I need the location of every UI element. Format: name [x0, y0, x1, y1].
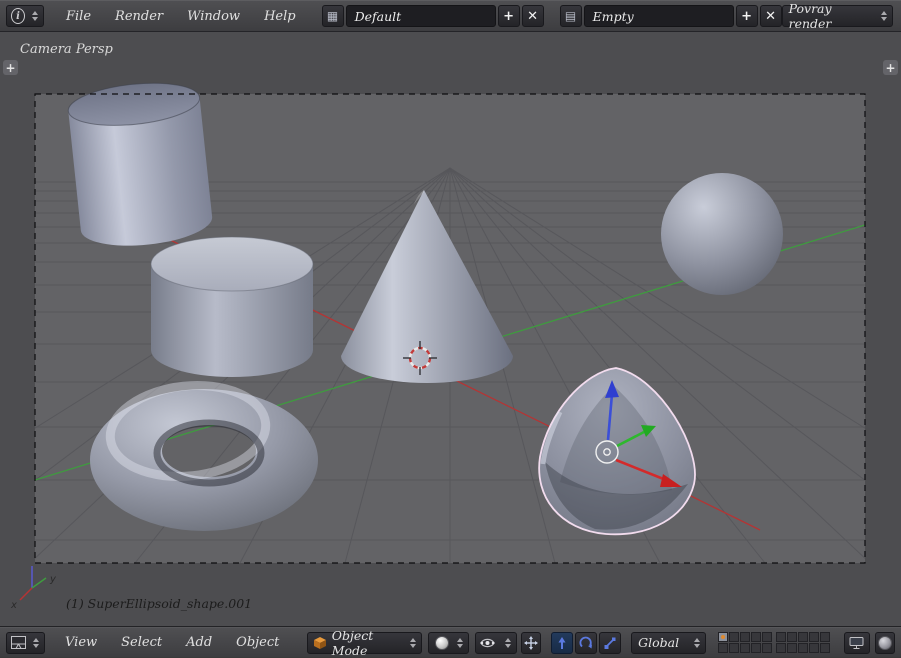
- scene-name-field[interactable]: Empty: [584, 5, 734, 27]
- layer-group-1: [718, 632, 772, 653]
- viewport-3d[interactable]: y x Camera Persp (1) SuperEllipsoid_shap…: [0, 32, 901, 627]
- menu-view[interactable]: View: [53, 635, 109, 650]
- mini-axis-x-label: x: [10, 600, 17, 611]
- screen-browse-button[interactable]: ▦: [322, 5, 344, 27]
- layer-cell[interactable]: [798, 643, 808, 653]
- editor-stepper-icon: [25, 11, 43, 21]
- layers-widget: [718, 632, 830, 653]
- mini-axis-y-label: y: [49, 574, 57, 585]
- main-menubar: File Render Window Help: [54, 9, 308, 24]
- menu-file[interactable]: File: [54, 9, 103, 24]
- viewport-header: View Select Add Object Object Mode: [0, 627, 901, 657]
- translate-manipulator-button[interactable]: [551, 632, 573, 654]
- layer-cell[interactable]: [751, 632, 761, 642]
- menu-help[interactable]: Help: [252, 9, 308, 24]
- mode-stepper-icon: [403, 638, 421, 648]
- scene-close-button[interactable]: ✕: [760, 5, 782, 27]
- object-sphere[interactable]: [661, 173, 783, 295]
- screen-close-button[interactable]: ✕: [522, 5, 544, 27]
- viewport-editor-stepper-icon: [26, 638, 44, 648]
- shading-stepper-icon: [450, 638, 468, 648]
- view-name-label: Camera Persp: [20, 42, 113, 57]
- viewport-editor-type-button[interactable]: [6, 632, 45, 654]
- menu-render[interactable]: Render: [103, 9, 175, 24]
- object-cylinder-short[interactable]: [151, 237, 313, 377]
- mode-select[interactable]: Object Mode: [307, 632, 422, 654]
- layer-cell[interactable]: [809, 632, 819, 642]
- orientation-value: Global: [632, 635, 679, 650]
- pivot-point-icon: [480, 636, 495, 650]
- layer-cell[interactable]: [787, 643, 797, 653]
- move-arrows-icon: [524, 636, 538, 650]
- mode-value: Object Mode: [326, 628, 404, 658]
- layer-cell[interactable]: [776, 632, 786, 642]
- render-engine-value: Povray render: [783, 1, 874, 31]
- engine-stepper-icon: [874, 11, 892, 21]
- info-editor-icon: i: [11, 8, 25, 24]
- scene-block: ▤ Empty + ✕: [560, 5, 782, 27]
- layer-cell[interactable]: [762, 632, 772, 642]
- scale-manipulator-button[interactable]: [599, 632, 621, 654]
- layer-cell[interactable]: [740, 632, 750, 642]
- toolshelf-expand-button[interactable]: +: [3, 60, 18, 75]
- browse-scenes-icon: ▤: [565, 9, 576, 23]
- layer-cell[interactable]: [776, 643, 786, 653]
- menu-object[interactable]: Object: [224, 635, 291, 650]
- manipulator-type-group: [551, 632, 621, 654]
- rotate-icon: [579, 636, 593, 650]
- pivot-stepper-icon: [498, 638, 516, 648]
- screen-name-value: Default: [355, 9, 402, 24]
- render-engine-select[interactable]: Povray render: [782, 5, 893, 27]
- screen-layout-block: ▦ Default + ✕: [322, 5, 544, 27]
- screen-name-field[interactable]: Default: [346, 5, 496, 27]
- layer-cell[interactable]: [820, 632, 830, 642]
- layer-cell[interactable]: [762, 643, 772, 653]
- preview-sphere-icon: [878, 636, 892, 650]
- rotate-manipulator-button[interactable]: [575, 632, 597, 654]
- menu-select[interactable]: Select: [109, 635, 174, 650]
- object-layer-dot: [721, 635, 725, 639]
- scene-add-button[interactable]: +: [736, 5, 758, 27]
- scene-name-value: Empty: [593, 9, 634, 24]
- layer-cell[interactable]: [751, 643, 761, 653]
- layer-cell[interactable]: [809, 643, 819, 653]
- orientation-stepper-icon: [687, 638, 705, 648]
- viewport-shading-select[interactable]: [428, 632, 468, 654]
- menu-window[interactable]: Window: [175, 9, 252, 24]
- layer-cell[interactable]: [798, 632, 808, 642]
- layer-cell[interactable]: [820, 643, 830, 653]
- object-cylinder-tall[interactable]: [66, 78, 214, 252]
- screen-add-button[interactable]: +: [498, 5, 520, 27]
- info-header: i File Render Window Help ▦ Default + ✕ …: [0, 0, 901, 32]
- layer-cell[interactable]: [729, 643, 739, 653]
- layer-cell[interactable]: [740, 643, 750, 653]
- layer-cell[interactable]: [787, 632, 797, 642]
- menu-add[interactable]: Add: [174, 635, 224, 650]
- scene-canvas: y x: [0, 32, 901, 627]
- layer-group-2: [776, 632, 830, 653]
- active-object-label: (1) SuperEllipsoid_shape.001: [66, 596, 252, 611]
- browse-screens-icon: ▦: [327, 9, 338, 23]
- sphere-icon-button[interactable]: [875, 632, 895, 654]
- layer-cell[interactable]: [729, 632, 739, 642]
- manipulator-toggle-button[interactable]: [521, 632, 541, 654]
- scene-browse-button[interactable]: ▤: [560, 5, 582, 27]
- editor-type-button[interactable]: i: [6, 5, 44, 27]
- properties-expand-button[interactable]: +: [883, 60, 898, 75]
- pivot-point-select[interactable]: [475, 632, 517, 654]
- viewport-menubar: View Select Add Object: [53, 635, 291, 650]
- translate-icon: [555, 636, 569, 650]
- scale-icon: [603, 636, 617, 650]
- shading-solid-icon: [435, 636, 449, 650]
- display-mode-button[interactable]: [844, 632, 870, 654]
- layer-cell[interactable]: [718, 632, 728, 642]
- layer-cell[interactable]: [718, 643, 728, 653]
- monitor-icon: [849, 636, 864, 650]
- viewport-editor-icon: [11, 636, 26, 649]
- transform-orientation-select[interactable]: Global: [631, 632, 706, 654]
- object-mode-cube-icon: [313, 636, 325, 650]
